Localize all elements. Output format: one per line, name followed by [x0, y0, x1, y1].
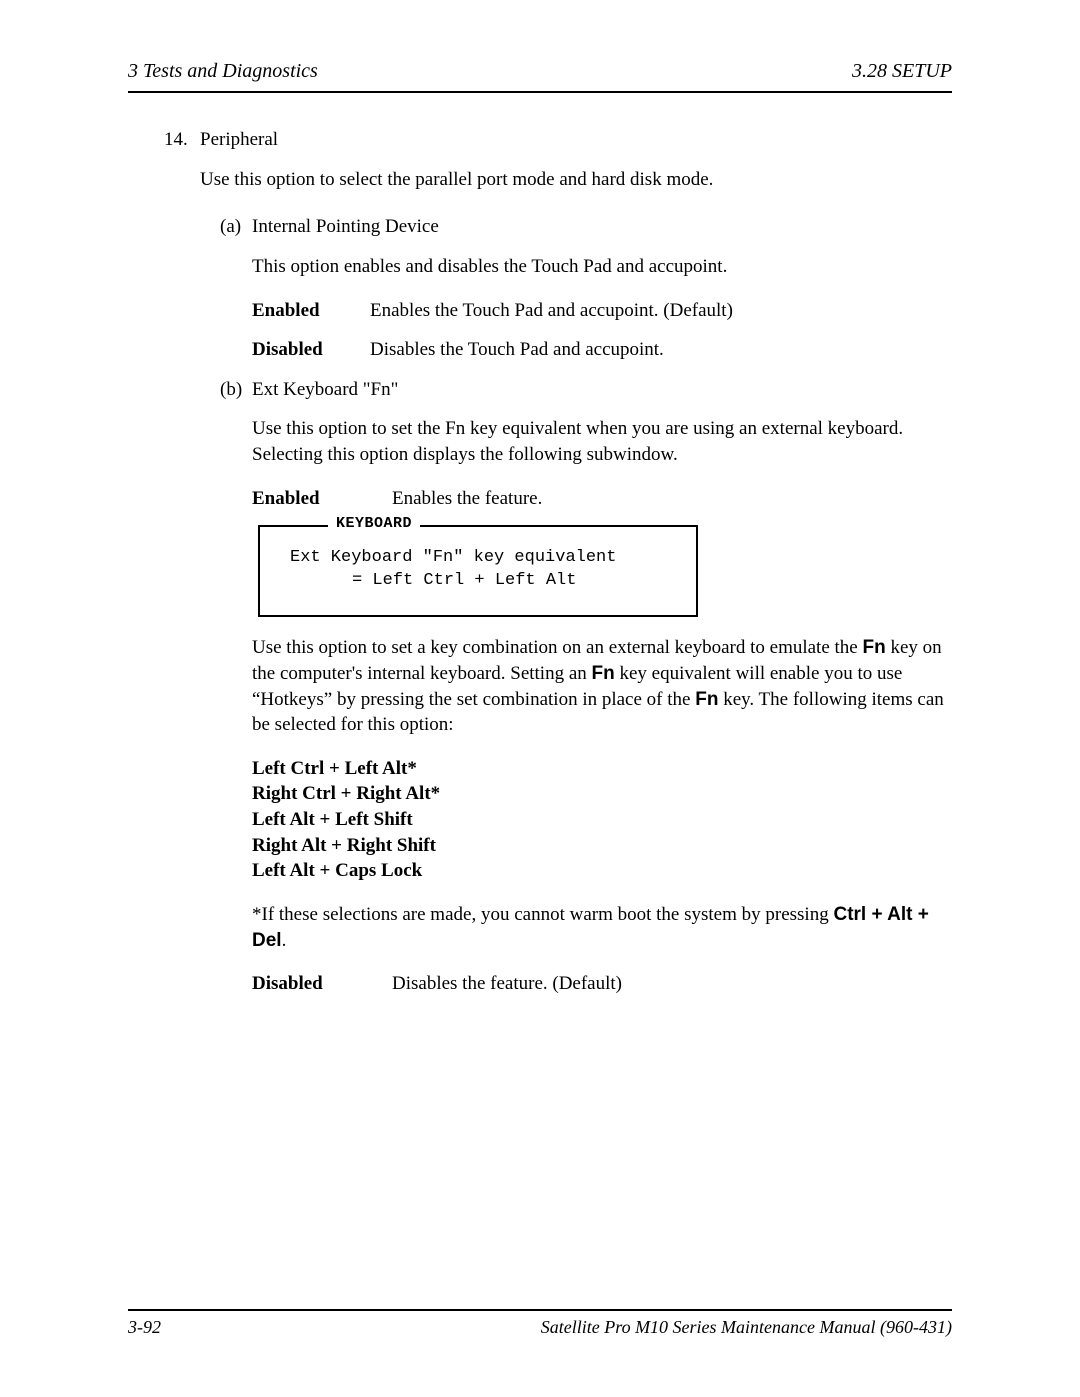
- footer-page-number: 3-92: [128, 1315, 161, 1339]
- sub-a-desc: This option enables and disables the Tou…: [252, 254, 952, 280]
- desc-enabled-b: Enables the feature.: [392, 486, 542, 512]
- combo-item: Right Ctrl + Right Alt*: [252, 781, 952, 807]
- main-content: 14. Peripheral Use this option to select…: [128, 127, 952, 997]
- header-left: 3 Tests and Diagnostics: [128, 58, 318, 85]
- sub-a-disabled-row: Disabled Disables the Touch Pad and accu…: [252, 337, 952, 363]
- sub-b-desc: Use this option to set the Fn key equiva…: [252, 416, 952, 467]
- term-disabled-b: Disabled: [252, 971, 392, 997]
- page-footer: 3-92 Satellite Pro M10 Series Maintenanc…: [128, 1309, 952, 1339]
- keyboard-box-title: KEYBOARD: [328, 514, 420, 534]
- page-header: 3 Tests and Diagnostics 3.28 SETUP: [128, 58, 952, 93]
- desc-disabled: Disables the Touch Pad and accupoint.: [370, 337, 664, 363]
- combo-item: Left Alt + Caps Lock: [252, 858, 952, 884]
- text: Use this option to set a key combination…: [252, 637, 862, 658]
- sub-b-title: Ext Keyboard "Fn": [252, 377, 398, 403]
- sub-a-enabled-row: Enabled Enables the Touch Pad and accupo…: [252, 298, 952, 324]
- fn-key: Fn: [695, 689, 718, 710]
- sub-a-label: (a): [220, 214, 252, 240]
- section-number: 14.: [164, 127, 200, 153]
- sub-b-note: *If these selections are made, you canno…: [252, 902, 952, 953]
- text: *If these selections are made, you canno…: [252, 904, 833, 925]
- section-head: 14. Peripheral: [164, 127, 952, 153]
- page: 3 Tests and Diagnostics 3.28 SETUP 14. P…: [0, 0, 1080, 1397]
- desc-enabled: Enables the Touch Pad and accupoint. (De…: [370, 298, 733, 324]
- sub-a-title: Internal Pointing Device: [252, 214, 439, 240]
- term-disabled: Disabled: [252, 337, 370, 363]
- sub-a-body: This option enables and disables the Tou…: [252, 254, 952, 363]
- sub-b-disabled-row: Disabled Disables the feature. (Default): [252, 971, 952, 997]
- header-right: 3.28 SETUP: [852, 58, 952, 85]
- subsection-b: (b) Ext Keyboard "Fn" Use this option to…: [220, 377, 952, 997]
- combo-item: Left Alt + Left Shift: [252, 807, 952, 833]
- sub-b-para2: Use this option to set a key combination…: [252, 635, 952, 738]
- term-enabled-b: Enabled: [252, 486, 392, 512]
- fn-key: Fn: [862, 637, 885, 658]
- combo-list: Left Ctrl + Left Alt* Right Ctrl + Right…: [252, 756, 952, 884]
- keyboard-box-inner: Ext Keyboard "Fn" key equivalent = Left …: [258, 525, 698, 617]
- combo-item: Left Ctrl + Left Alt*: [252, 756, 952, 782]
- sub-b-enabled-row: Enabled Enables the feature.: [252, 486, 952, 512]
- section-intro: Use this option to select the parallel p…: [200, 167, 952, 193]
- term-enabled: Enabled: [252, 298, 370, 324]
- keyboard-line-1: Ext Keyboard "Fn" key equivalent: [290, 547, 686, 570]
- sub-b-head: (b) Ext Keyboard "Fn": [220, 377, 952, 403]
- text: .: [282, 930, 287, 951]
- combo-item: Right Alt + Right Shift: [252, 833, 952, 859]
- section-title: Peripheral: [200, 127, 278, 153]
- sub-a-head: (a) Internal Pointing Device: [220, 214, 952, 240]
- fn-key: Fn: [592, 663, 615, 684]
- sub-b-body: Use this option to set the Fn key equiva…: [252, 416, 952, 996]
- subsection-a: (a) Internal Pointing Device This option…: [220, 214, 952, 363]
- desc-disabled-b: Disables the feature. (Default): [392, 971, 622, 997]
- footer-manual-title: Satellite Pro M10 Series Maintenance Man…: [541, 1315, 952, 1339]
- keyboard-line-2: = Left Ctrl + Left Alt: [352, 570, 686, 593]
- sub-b-label: (b): [220, 377, 252, 403]
- keyboard-box: KEYBOARD Ext Keyboard "Fn" key equivalen…: [258, 525, 698, 617]
